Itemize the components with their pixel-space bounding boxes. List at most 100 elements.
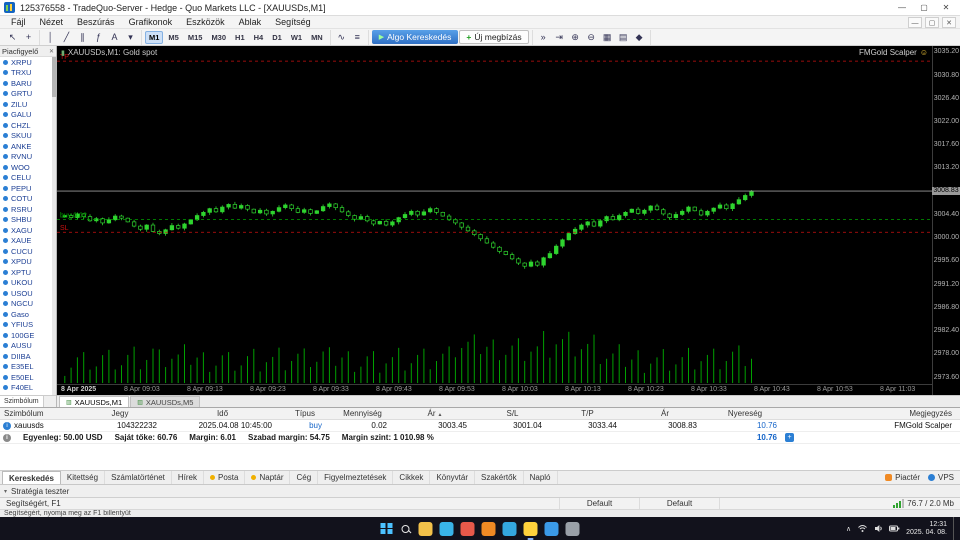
market-watch-symbol-row[interactable]: UKOU: [0, 278, 56, 289]
algo-trading-button[interactable]: ▶ Algo Kereskedés: [371, 30, 459, 44]
timeframe-button-m1[interactable]: M1: [145, 30, 164, 44]
toolbox-tab-napl-[interactable]: Napló: [524, 471, 558, 484]
search-icon[interactable]: [401, 524, 410, 533]
connection-status[interactable]: 76.7 / 2.0 Mb: [887, 498, 960, 509]
column-header-9[interactable]: Ár: [625, 409, 705, 418]
market-watch-symbol-row[interactable]: XAUE: [0, 236, 56, 247]
settings-icon[interactable]: [565, 521, 580, 536]
column-header-3[interactable]: Idő: [165, 409, 280, 418]
market-watch-symbol-row[interactable]: YFIUS: [0, 320, 56, 331]
autoscroll-icon[interactable]: »: [536, 31, 551, 44]
chart-canvas[interactable]: TPSLbuy 0.02: [57, 46, 932, 384]
chart-tab-xauusds-m5[interactable]: ▥ XAUUSDs,M5: [130, 396, 201, 407]
market-watch-symbol-row[interactable]: RSRU: [0, 204, 56, 215]
marketplace-link[interactable]: Piactér: [885, 473, 920, 482]
timeframe-button-m30[interactable]: M30: [207, 31, 230, 44]
timeframe-button-mn[interactable]: MN: [307, 31, 327, 44]
maximize-button[interactable]: ▢: [914, 1, 934, 14]
market-watch-symbol-row[interactable]: ZILU: [0, 99, 56, 110]
close-button[interactable]: ✕: [936, 1, 956, 14]
market-watch-tab-symbols[interactable]: Szimbólum: [0, 396, 44, 407]
column-header-6[interactable]: Ár ▲: [395, 409, 475, 418]
menu-item-5[interactable]: Eszközök: [179, 16, 232, 28]
indicators-icon[interactable]: ∿: [334, 31, 349, 44]
market-watch-symbol-row[interactable]: TRXU: [0, 68, 56, 79]
market-watch-symbol-row[interactable]: RVNU: [0, 152, 56, 163]
column-header-10[interactable]: Nyereség: [705, 409, 785, 418]
chrome-icon[interactable]: [460, 521, 475, 536]
chart-canvas-area[interactable]: TP SL buy 0.02 ▮ XAUUSDs,M1: Gold spot FMG…: [57, 46, 932, 395]
column-header-8[interactable]: T/P: [550, 409, 625, 418]
market-watch-symbol-row[interactable]: E35EL: [0, 362, 56, 373]
market-watch-symbol-row[interactable]: F40EL: [0, 383, 56, 394]
market-watch-close-icon[interactable]: ✕: [49, 48, 54, 55]
toolbox-tab-kitetts-g[interactable]: Kitettség: [61, 471, 106, 484]
menu-item-2[interactable]: Nézet: [33, 16, 71, 28]
timeframe-button-d1[interactable]: D1: [268, 31, 286, 44]
market-watch-symbol-row[interactable]: USOU: [0, 288, 56, 299]
data-window-icon[interactable]: ▤: [616, 31, 631, 44]
timeframe-button-h4[interactable]: H4: [250, 31, 268, 44]
market-watch-symbol-row[interactable]: WOO: [0, 162, 56, 173]
mdi-restore-button[interactable]: ▢: [925, 16, 939, 28]
market-watch-symbol-row[interactable]: XAGU: [0, 225, 56, 236]
market-watch-symbol-row[interactable]: XPDU: [0, 257, 56, 268]
volume-icon[interactable]: [874, 524, 883, 533]
toolbox-tab-szak-rt-k[interactable]: Szakértők: [475, 471, 524, 484]
channel-icon[interactable]: ∥: [75, 31, 90, 44]
market-watch-symbol-row[interactable]: GALU: [0, 110, 56, 121]
market-watch-symbol-row[interactable]: XPTU: [0, 267, 56, 278]
edge-icon[interactable]: [439, 521, 454, 536]
mdi-minimize-button[interactable]: —: [908, 16, 922, 28]
text-icon[interactable]: A: [107, 31, 122, 44]
column-header-2[interactable]: Jegy: [75, 409, 165, 418]
column-header-4[interactable]: Típus: [280, 409, 330, 418]
toolbox-tab-k-nyvt-r[interactable]: Könyvtár: [430, 471, 476, 484]
cursor-icon[interactable]: ↖: [5, 31, 20, 44]
market-watch-scrollbar[interactable]: [52, 57, 56, 395]
column-header-7[interactable]: S/L: [475, 409, 550, 418]
profile-selector[interactable]: Default: [560, 498, 640, 509]
toolbox-tab-posta[interactable]: Posta: [204, 471, 246, 484]
market-watch-symbol-row[interactable]: CELU: [0, 173, 56, 184]
taskbar-clock[interactable]: 12:31 2025. 04. 08.: [906, 521, 947, 537]
new-order-button[interactable]: + Új megbízás: [459, 30, 529, 44]
chart-shift-icon[interactable]: ⇥: [552, 31, 567, 44]
strategy-tester-bar[interactable]: ▾ Stratégia teszter: [0, 484, 960, 497]
fibonacci-icon[interactable]: ƒ: [91, 31, 106, 44]
telegram-icon[interactable]: [502, 521, 517, 536]
objects-list-icon[interactable]: ≡: [350, 31, 365, 44]
market-watch-symbol-row[interactable]: SHBU: [0, 215, 56, 226]
template-selector[interactable]: Default: [640, 498, 720, 509]
metatrader-icon[interactable]: [523, 521, 538, 540]
market-watch-symbol-row[interactable]: DIIBA: [0, 351, 56, 362]
vertical-line-icon[interactable]: │: [43, 31, 58, 44]
market-watch-symbol-row[interactable]: 100GE: [0, 330, 56, 341]
timeframe-button-m5[interactable]: M5: [164, 31, 182, 44]
market-watch-symbol-row[interactable]: GRTU: [0, 89, 56, 100]
toolbox-tab-figyelmeztet-sek[interactable]: Figyelmeztetések: [318, 471, 394, 484]
column-header-5[interactable]: Mennyiség: [330, 409, 395, 418]
shapes-dropdown-icon[interactable]: ▾: [123, 31, 138, 44]
timeframe-button-m15[interactable]: M15: [184, 31, 207, 44]
zoom-out-icon[interactable]: ⊖: [584, 31, 599, 44]
start-button[interactable]: [380, 522, 393, 535]
file-explorer-icon[interactable]: [418, 521, 433, 536]
menu-item-6[interactable]: Ablak: [232, 16, 269, 28]
market-watch-symbol-row[interactable]: ANKE: [0, 141, 56, 152]
zoom-in-icon[interactable]: ⊕: [568, 31, 583, 44]
market-watch-symbol-row[interactable]: COTU: [0, 194, 56, 205]
market-watch-symbol-row[interactable]: NGCU: [0, 299, 56, 310]
tile-windows-icon[interactable]: ▦: [600, 31, 615, 44]
alerts-icon[interactable]: ◆: [632, 31, 647, 44]
battery-icon[interactable]: [889, 524, 900, 533]
toolbox-tab-keresked-s[interactable]: Kereskedés: [2, 471, 61, 484]
toolbox-tab-h-rek[interactable]: Hírek: [172, 471, 204, 484]
chevron-down-icon[interactable]: ▾: [4, 488, 7, 495]
vps-link[interactable]: VPS: [927, 473, 954, 482]
column-header-1[interactable]: Szimbólum: [0, 409, 75, 418]
market-watch-symbol-row[interactable]: E50EL: [0, 372, 56, 383]
menu-item-4[interactable]: Grafikonok: [122, 16, 180, 28]
market-watch-symbol-row[interactable]: SKUU: [0, 131, 56, 142]
vscode-icon[interactable]: [544, 521, 559, 536]
